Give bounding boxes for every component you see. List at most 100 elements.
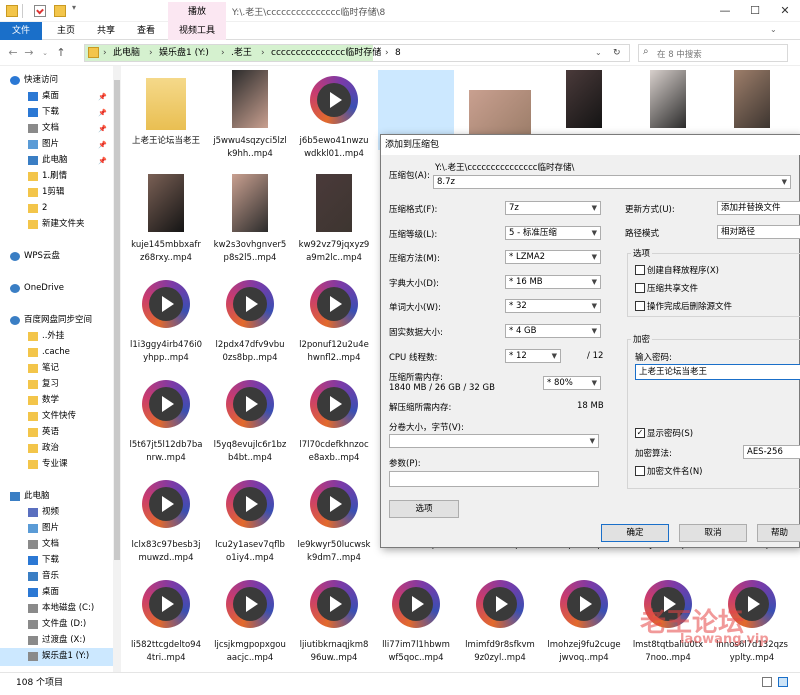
sidebar-scrollbar-thumb[interactable] [114,80,120,560]
setting-combo[interactable]: * 16 MB ▼ [505,274,601,289]
address-bar[interactable]: › 此电脑 › 娱乐盘1 (Y:) › .老王 › cccccccccccccc… [84,44,630,62]
file-item[interactable]: le9kwyr50lucwskk9dm7..mp4 [297,470,371,570]
setting-combo[interactable]: * 4 GB ▼ [505,323,601,338]
sidebar-item[interactable]: 桌面 📌 [0,88,113,106]
file-item[interactable]: l2ponuf12u2u4ehwnfl2..mp4 [297,270,371,370]
file-item[interactable]: 上老王论坛当老王 [129,66,203,166]
sidebar-item[interactable]: 2 [0,200,113,218]
crumb-8[interactable]: 8 [395,46,401,60]
sidebar-item[interactable]: 图片 [0,520,113,538]
file-item[interactable]: j5wwu4sqzyci5lzlk9hh..mp4 [213,66,287,166]
cipher-combo[interactable]: AES-256 [743,445,800,459]
path-mode-combo[interactable]: 相对路径 [717,225,800,239]
sidebar-item[interactable]: 1.刷情 [0,168,113,186]
quick-access-dropdown-icon[interactable]: ▾ [72,3,76,12]
option-checkbox[interactable] [635,283,645,293]
tab-video-tools[interactable]: 视频工具 [168,22,226,40]
back-arrow-icon[interactable]: ← [6,45,20,61]
file-item[interactable]: l2pdx47dfv9vbu0zs8bp..mp4 [213,270,287,370]
crumb-drive[interactable]: 娱乐盘1 (Y:) [159,46,209,60]
update-mode-combo[interactable]: 添加并替换文件 [717,201,800,215]
tab-share[interactable]: 共享 [88,22,124,40]
minimize-button[interactable]: — [710,0,740,22]
search-box[interactable]: ⌕ 在 8 中搜索 [638,44,788,62]
sidebar-item[interactable]: ..外挂 [0,328,113,346]
sidebar-item[interactable]: 文档 [0,536,113,554]
file-item[interactable]: l7l70cdefkhnzoce8axb..mp4 [297,370,371,470]
sidebar-item[interactable]: 下载 📌 [0,104,113,122]
sidebar-item[interactable]: 过渡盘 (X:) [0,632,113,650]
encrypt-names-checkbox[interactable] [635,466,645,476]
sidebar-item[interactable]: 文档 📌 [0,120,113,138]
parameters-input[interactable] [389,471,599,487]
details-view-icon[interactable] [762,677,772,687]
setting-combo[interactable]: 5 - 标准压缩 ▼ [505,225,601,240]
option-checkbox[interactable] [635,301,645,311]
file-item[interactable]: ljcsjkmgpopxgouaacjc..mp4 [213,570,287,670]
file-item[interactable]: lcu2y1asev7qflbo1iy4..mp4 [213,470,287,570]
sidebar-item[interactable]: 复习 [0,376,113,394]
properties-icon[interactable] [34,5,46,17]
forward-arrow-icon[interactable]: → [22,45,36,61]
sidebar-item[interactable]: 娱乐盘1 (Y:) [0,648,113,666]
sidebar-item[interactable]: 政治 [0,440,113,458]
file-item[interactable]: l5yq8evujlc6r1bzb4bt..mp4 [213,370,287,470]
file-item[interactable]: j6b5ewo41nwzuwdkkl01..mp4 [297,66,371,166]
sidebar-item[interactable]: 视频 [0,504,113,522]
archive-name-combo[interactable]: 8.7z ▼ [433,175,791,189]
recent-dropdown-icon[interactable]: ⌄ [38,45,52,61]
memory-percent-combo[interactable]: * 80% ▼ [543,376,601,390]
file-item[interactable]: lmohzej9fu2cugejwvoq..mp4 [547,570,621,670]
large-icons-view-icon[interactable] [778,677,788,687]
file-item[interactable]: lclx83c97besb3jmuwzd..mp4 [129,470,203,570]
ok-button[interactable]: 确定 [601,524,669,542]
file-item[interactable]: ljiutibkrnaqjkm896uw..mp4 [297,570,371,670]
help-button[interactable]: 帮助 [757,524,800,542]
crumb-this-pc[interactable]: 此电脑 [113,46,140,60]
up-arrow-icon[interactable]: ↑ [54,45,68,61]
tab-view[interactable]: 查看 [128,22,164,40]
setting-combo[interactable]: * 32 ▼ [505,299,601,313]
sidebar-item[interactable]: 此电脑 📌 [0,152,113,170]
crumb-temp-storage[interactable]: ccccccccccccccc临时存储 [271,46,381,60]
refresh-icon[interactable]: ↻ [613,46,621,60]
ribbon-expand-icon[interactable]: ⌄ [770,25,777,34]
password-input[interactable]: 上老王论坛当老王 [635,364,800,380]
file-item[interactable]: l1i3ggy4irb476i0yhpp..mp4 [129,270,203,370]
sidebar-item[interactable]: 本地磁盘 (C:) [0,600,113,618]
file-item[interactable]: lmimfd9r8sfkvm9z0zyl..mp4 [463,570,537,670]
tab-file[interactable]: 文件 [0,22,42,40]
sidebar-item[interactable]: 百度网盘同步空间 [0,312,113,330]
split-size-combo[interactable]: ▼ [389,434,599,448]
crumb-laowang[interactable]: .老王 [231,46,252,60]
sidebar-item[interactable]: 文件快传 [0,408,113,426]
sidebar-item[interactable]: 笔记 [0,360,113,378]
sidebar-item[interactable]: 1剪辑 [0,184,113,202]
setting-combo[interactable]: * LZMA2 ▼ [505,250,601,264]
play-context-tab[interactable]: 播放 [168,2,226,22]
tab-home[interactable]: 主页 [48,22,84,40]
file-item[interactable]: lli77im7l1hbwmwf5qoc..mp4 [379,570,453,670]
cancel-button[interactable]: 取消 [679,524,747,542]
sidebar-item[interactable]: OneDrive [0,280,113,298]
options-button[interactable]: 选项 [389,500,459,518]
file-item[interactable]: li582ttcgdelto944tri..mp4 [129,570,203,670]
show-password-checkbox[interactable]: ✓ [635,428,645,438]
sidebar-item[interactable]: 专业课 [0,456,113,474]
sidebar-item[interactable]: 下载 [0,552,113,570]
maximize-button[interactable]: ☐ [740,0,770,22]
sidebar-item[interactable]: 桌面 [0,584,113,602]
file-item[interactable]: kuje145mbbxafrz68rxy..mp4 [129,170,203,270]
setting-combo[interactable]: 7z ▼ [505,201,601,215]
sidebar-item[interactable]: 新建文件夹 [0,216,113,234]
address-dropdown-icon[interactable]: ⌄ [595,46,602,60]
sidebar-item[interactable]: 图片 📌 [0,136,113,154]
option-checkbox[interactable] [635,265,645,275]
close-button[interactable]: ✕ [770,0,800,22]
file-item[interactable]: kw2s3ovhgnver5p8s2l5..mp4 [213,170,287,270]
new-folder-icon[interactable] [54,5,66,17]
sidebar-item[interactable]: 英语 [0,424,113,442]
file-item[interactable]: l5t67jt5l12db7banrw..mp4 [129,370,203,470]
cpu-threads-combo[interactable]: * 12 ▼ [505,349,561,363]
sidebar-item[interactable]: 此电脑 [0,488,113,506]
